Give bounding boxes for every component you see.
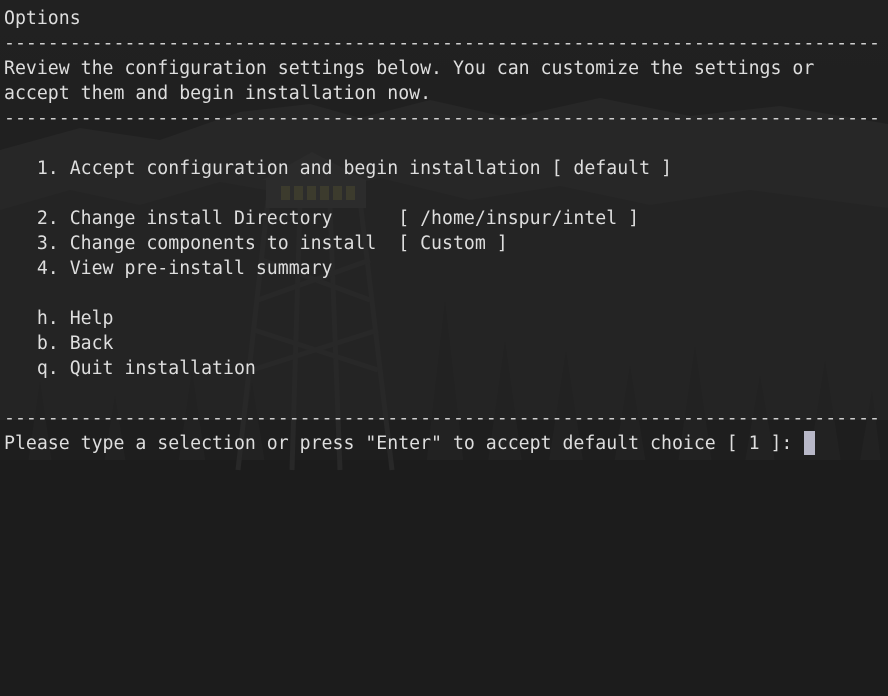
dialog-title: Options (4, 8, 81, 29)
menu-item-accept-and-install[interactable]: 1. Accept configuration and begin instal… (4, 156, 884, 181)
menu-item-quit[interactable]: q. Quit installation (4, 356, 884, 381)
text-cursor[interactable] (804, 431, 816, 455)
terminal-output: Options --------------------------------… (4, 6, 884, 456)
prompt-text: Please type a selection or press "Enter"… (4, 433, 804, 454)
intro-text-line-1: Review the configuration settings below.… (4, 58, 815, 79)
selection-prompt[interactable]: Please type a selection or press "Enter"… (4, 431, 884, 456)
separator-line: ----------------------------------------… (4, 33, 880, 54)
separator-line: ----------------------------------------… (4, 108, 880, 129)
menu-item-change-install-directory[interactable]: 2. Change install Directory [ /home/insp… (4, 206, 884, 231)
menu-item-change-components[interactable]: 3. Change components to install [ Custom… (4, 231, 884, 256)
menu-item-back[interactable]: b. Back (4, 331, 884, 356)
terminal-window[interactable]: Options --------------------------------… (0, 0, 888, 696)
menu-item-view-summary[interactable]: 4. View pre-install summary (4, 256, 884, 281)
separator-line: ----------------------------------------… (4, 408, 880, 429)
menu-item-help[interactable]: h. Help (4, 306, 884, 331)
intro-text-line-2: accept them and begin installation now. (4, 83, 432, 104)
